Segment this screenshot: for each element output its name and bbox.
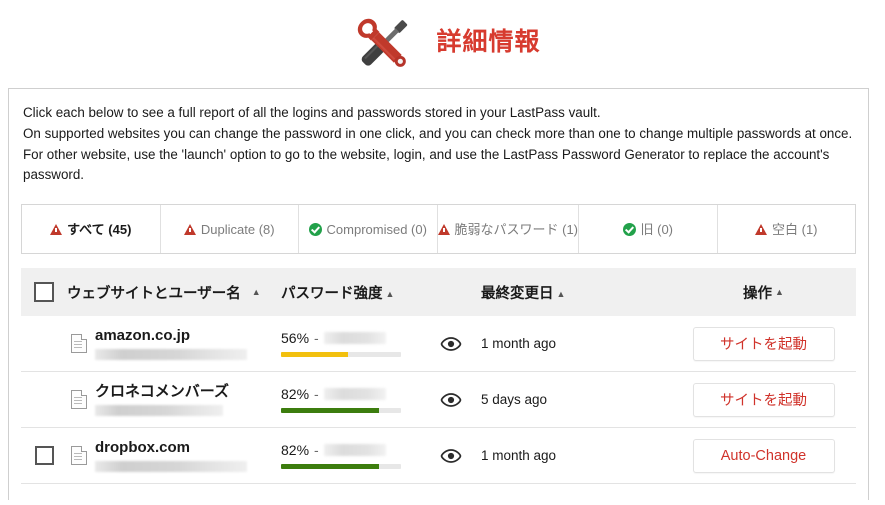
eye-icon[interactable] [421,392,481,407]
strength-bar-fill [281,352,349,358]
action-cell: サイトを起動 [671,382,856,417]
filter-tab-2[interactable]: Compromised (0) [299,205,438,254]
strength-label-redacted [323,332,386,345]
filter-tab-0[interactable]: すべて (45) [22,205,161,254]
page-header: 詳細情報 [0,0,885,88]
action-button[interactable]: サイトを起動 [692,382,835,417]
site-info: dropbox.com [95,439,247,473]
strength-cell: 56% - [281,330,421,358]
main-panel: Click each below to see a full report of… [8,88,869,500]
strength-percent: 56% [281,330,310,347]
sort-arrow-icon: ▲ [385,288,395,299]
warning-triangle-icon [437,223,450,235]
check-circle-icon [308,222,322,236]
strength-bar [281,408,401,414]
warning-triangle-icon [183,223,196,235]
modified-date: 5 days ago [481,392,548,408]
tools-wrench-screwdriver-icon [344,9,422,79]
warning-triangle-icon [755,223,767,235]
modified-cell: 1 month ago [481,336,671,351]
strength-dash: - [314,386,319,403]
eye-icon[interactable] [421,448,481,463]
site-info: amazon.co.jp [95,327,247,361]
filter-tab-label: すべて (45) [67,221,132,237]
action-button[interactable]: サイトを起動 [692,326,835,361]
row-checkbox[interactable] [21,446,67,466]
sort-arrow-icon: ▲ [556,288,566,299]
filter-tab-3[interactable]: 脆弱なパスワード (1) [437,205,580,254]
select-all-checkbox[interactable] [21,282,67,303]
strength-top: 56% - [281,330,421,346]
strength-top: 82% - [281,442,421,458]
page-title: 詳細情報 [436,27,541,56]
strength-cell: 82% - [281,442,421,470]
document-icon [71,334,87,354]
table-row[interactable]: amazon.co.jp 56% - 1 month ago サイトを起動 [21,316,856,373]
description-line-2: On supported websites you can change the… [23,125,853,183]
filter-tab-label: 旧 (0) [640,221,674,237]
column-header-action[interactable]: 操作 ▲ [671,282,856,303]
filter-tab-5[interactable]: 空白 (1) [718,205,856,253]
table-row[interactable]: クロネコメンバーズ 82% - 5 days ago サイトを起動 [21,372,856,429]
site-info: クロネコメンバーズ [95,383,229,417]
site-cell: クロネコメンバーズ [67,383,281,417]
site-name: dropbox.com [95,438,191,456]
strength-bar-fill [281,464,380,470]
filter-tab-1[interactable]: Duplicate (8) [161,205,299,254]
action-button[interactable]: Auto-Change [692,438,835,473]
filter-tab-label: 脆弱なパスワード (1) [454,221,579,237]
site-name: amazon.co.jp [95,326,191,344]
filter-tab-label: Compromised (0) [326,221,427,237]
strength-label-redacted [323,444,386,457]
modified-date: 1 month ago [481,336,557,352]
table-header-row: ウェブサイトとユーザー名 ▲ パスワード強度 ▲ 最終変更日 ▲ 操作 ▲ [21,268,856,317]
action-cell: Auto-Change [671,438,856,473]
modified-date: 1 month ago [481,448,557,464]
passwords-table: ウェブサイトとユーザー名 ▲ パスワード強度 ▲ 最終変更日 ▲ 操作 ▲ amazon… [21,268,856,485]
column-header-action-label: 操作 [743,285,773,302]
document-icon [71,390,87,410]
column-header-modified[interactable]: 最終変更日 ▲ [481,282,671,303]
action-cell: サイトを起動 [671,326,856,361]
column-header-site[interactable]: ウェブサイトとユーザー名 ▲ [67,282,281,303]
column-header-strength[interactable]: パスワード強度 ▲ [281,282,421,303]
sort-arrow-icon: ▲ [775,287,784,298]
column-header-site-label: ウェブサイトとユーザー名 [67,285,241,302]
username-redacted [95,461,247,473]
column-header-modified-label: 最終変更日 [481,285,554,302]
strength-percent: 82% [281,386,310,403]
modified-cell: 5 days ago [481,392,671,407]
site-cell: amazon.co.jp [67,327,281,361]
table-row[interactable]: dropbox.com 82% - 1 month ago Auto-Change [21,428,856,485]
filter-tab-label: 空白 (1) [772,221,818,237]
filter-tabs: すべて (45) Duplicate (8) Compromised (0) 脆弱なパ… [21,204,856,255]
checkbox-box [34,446,54,466]
document-icon [71,446,87,466]
strength-top: 82% - [281,386,421,402]
warning-triangle-icon [50,223,63,235]
description-line-1: Click each below to see a full report of… [23,105,601,120]
strength-bar-fill [281,408,380,414]
strength-bar [281,464,401,470]
filter-tab-label: Duplicate (8) [200,221,275,237]
site-cell: dropbox.com [67,439,281,473]
strength-bar [281,352,401,358]
modified-cell: 1 month ago [481,448,671,463]
description-block: Click each below to see a full report of… [9,89,868,196]
sort-arrow-icon: ▲ [251,287,261,298]
filter-tab-4[interactable]: 旧 (0) [579,205,718,254]
site-name: クロネコメンバーズ [95,382,229,400]
eye-icon[interactable] [421,336,481,351]
table-body: amazon.co.jp 56% -1 month ago サイトを起動 クロネコメンバ… [21,316,856,485]
username-redacted [95,349,247,361]
strength-dash: - [314,442,319,459]
strength-dash: - [314,330,319,347]
column-header-strength-label: パスワード強度 [281,285,383,302]
username-redacted [95,405,223,417]
strength-label-redacted [323,388,386,401]
checkbox-box [34,282,54,303]
check-circle-icon [622,222,636,236]
strength-cell: 82% - [281,386,421,414]
strength-percent: 82% [281,442,310,459]
